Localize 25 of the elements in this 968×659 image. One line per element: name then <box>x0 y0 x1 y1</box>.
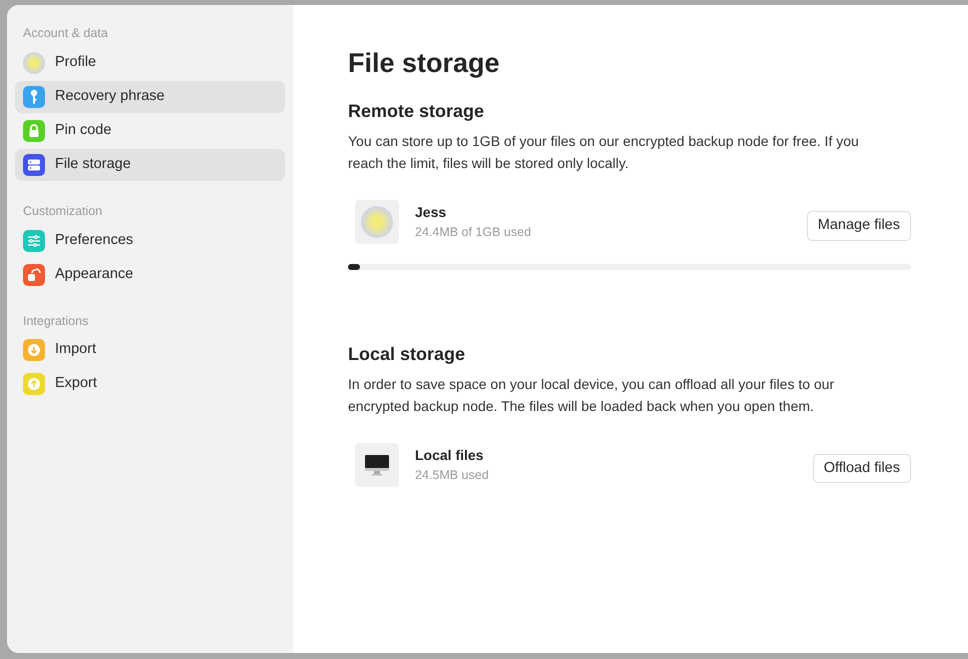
entry-name: Jess <box>415 203 448 222</box>
entry-name: Local files <box>415 446 484 465</box>
section-title: Remote storage <box>348 101 486 123</box>
section-description: In order to save space on your local device, you can offload all your files to our encrypted backup node. The files will be loaded back when you open them. <box>348 374 836 416</box>
manage-files-button[interactable]: Manage files <box>806 211 911 241</box>
avatar-icon <box>23 52 45 74</box>
sidebar-item[interactable]: File storage <box>15 148 285 181</box>
section-label: Integrations <box>22 312 90 330</box>
sidebar-item[interactable]: Pin code <box>15 114 285 147</box>
sidebar-item[interactable]: Import <box>15 334 285 366</box>
avatar-icon <box>355 200 399 244</box>
section-title: Local storage <box>348 344 466 366</box>
sidebar-item[interactable]: Appearance <box>15 258 285 290</box>
section-label: Customization <box>22 202 104 220</box>
sidebar-item[interactable]: Preferences <box>15 224 285 256</box>
section-label: Account & data <box>22 25 109 42</box>
section-description: You can store up to 1GB of your files on our encrypted backup node for free. If you reach the limit, files will be stored only locally. <box>348 132 860 173</box>
offload-files-button[interactable]: Offload files <box>812 454 911 484</box>
sidebar-item[interactable]: Recovery phrase <box>15 80 285 113</box>
usage-text: 24.4MB of 1GB used <box>415 224 532 242</box>
sidebar-item[interactable]: Profile <box>15 46 285 79</box>
sidebar-item[interactable]: Export <box>15 368 285 400</box>
usage-text: 24.5MB used <box>415 466 490 484</box>
monitor-icon <box>355 442 399 487</box>
page-title: File storage <box>348 47 501 80</box>
